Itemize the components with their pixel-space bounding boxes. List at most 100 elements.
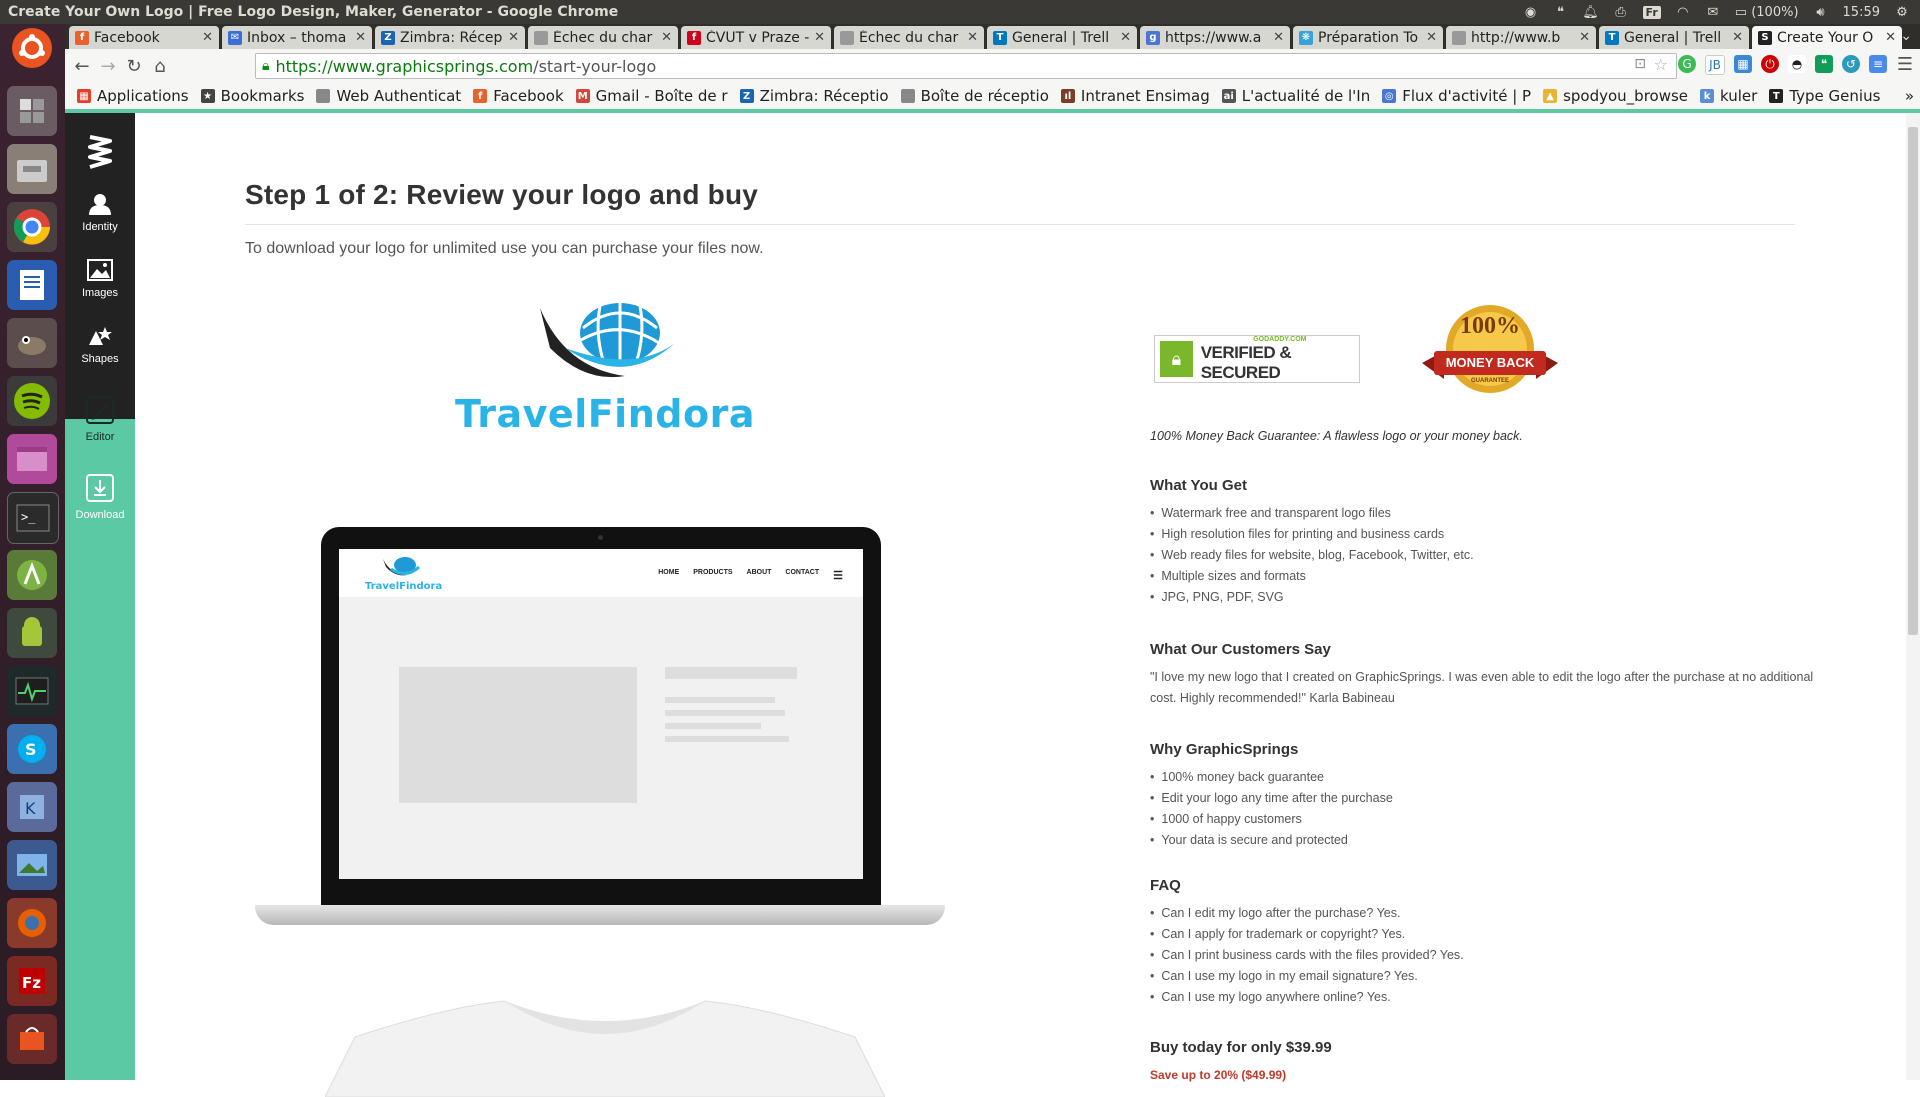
tab-close-icon[interactable]: ✕ [508, 30, 519, 45]
scrollbar-thumb[interactable] [1908, 127, 1918, 635]
bookmark-item[interactable]: ▲ spodyou_browse [1543, 87, 1688, 105]
writer-icon[interactable] [7, 260, 57, 310]
hangouts-tray-icon[interactable]: ❝ [1553, 4, 1569, 20]
sidebar-item-download[interactable]: Download [65, 473, 135, 521]
browser-tab[interactable]: Échec du char ✕ [834, 26, 984, 49]
page-info-icon[interactable]: ⊡ [1634, 56, 1646, 72]
bookmark-item[interactable]: ★ Bookmarks [200, 87, 304, 105]
bookmark-item[interactable]: Web Authenticat [316, 87, 461, 105]
browser-tab[interactable]: T General | Trell ✕ [987, 26, 1137, 49]
sidebar-item-images[interactable]: Images [65, 259, 135, 299]
terminal-icon[interactable]: >_ [7, 492, 59, 544]
system-monitor-icon[interactable] [7, 666, 57, 716]
hangouts-extension-icon[interactable]: ❝ [1815, 55, 1833, 73]
files-icon[interactable] [7, 144, 57, 194]
bookmarks-overflow-icon[interactable]: » [1905, 87, 1914, 105]
tab-favicon-icon [840, 30, 854, 45]
tab-close-icon[interactable]: ✕ [355, 30, 366, 45]
home-icon[interactable]: ⌂ [147, 56, 173, 77]
android-sdk-icon[interactable] [7, 608, 57, 658]
tab-close-icon[interactable]: ✕ [661, 30, 672, 45]
tab-close-icon[interactable]: ✕ [967, 30, 978, 45]
address-bar[interactable]: 🔒︎ https://www.graphicsprings.com/start-… [255, 53, 1677, 79]
browser-tab[interactable]: ❋ Préparation To ✕ [1293, 26, 1443, 49]
browser-tab[interactable]: ✉ Inbox – thoma ✕ [222, 26, 372, 49]
chrome-menu-icon[interactable]: ☰ [1896, 54, 1914, 75]
forward-arrow-icon[interactable]: → [95, 56, 121, 77]
jb-extension-icon[interactable]: JB [1705, 55, 1725, 75]
browser-tab[interactable]: f ČVUT v Praze - ✕ [681, 26, 831, 49]
power-gear-icon[interactable]: ⚙ [1894, 4, 1910, 20]
gimp-icon[interactable] [7, 318, 57, 368]
browser-tab[interactable]: Échec du char ✕ [528, 26, 678, 49]
bookmark-item[interactable]: ▦ Applications [77, 87, 189, 105]
browser-tab[interactable]: g https://www.a ✕ [1140, 26, 1290, 49]
reload-icon[interactable]: ↻ [121, 56, 147, 77]
wifi-icon[interactable]: ◠ [1675, 4, 1691, 20]
tab-close-icon[interactable]: ✕ [814, 30, 825, 45]
mockup-text-line [665, 736, 789, 742]
mail-icon[interactable]: ✉ [1705, 4, 1721, 20]
browser-tab[interactable]: T General | Trell ✕ [1599, 26, 1749, 49]
calendar-extension-icon[interactable]: ▦ [1734, 55, 1752, 73]
filezilla-icon[interactable]: Fz [7, 956, 57, 1006]
app-window-icon[interactable] [7, 434, 57, 484]
firefox-icon[interactable] [7, 898, 57, 948]
chrome-tray-icon[interactable]: ◉ [1523, 4, 1539, 20]
money-back-percent: 100% [1460, 313, 1520, 339]
bookmark-item[interactable]: ıl Intranet Ensimag [1060, 87, 1210, 105]
tab-close-icon[interactable]: ✕ [1120, 30, 1131, 45]
browser-tab[interactable]: S Create Your O ✕ [1752, 26, 1902, 49]
bookmark-item[interactable]: T Type Genius [1769, 87, 1880, 105]
tab-overflow-chevron-icon[interactable]: ⌄ [1900, 28, 1912, 44]
volume-icon[interactable]: 🔊︎ [1813, 4, 1829, 20]
grammarly-extension-icon[interactable]: G [1678, 55, 1696, 73]
sidebar-item-identity[interactable]: Identity [65, 193, 135, 233]
browser-tab[interactable]: http://www.b ✕ [1446, 26, 1596, 49]
tab-close-icon[interactable]: ✕ [1885, 30, 1896, 45]
sidebar-item-editor[interactable]: Editor [65, 395, 135, 443]
bookmark-item[interactable]: ai L'actualité de l'In [1221, 87, 1370, 105]
bookmark-star-icon[interactable]: ☆ [1654, 55, 1668, 74]
workspace-switcher-icon[interactable] [7, 86, 57, 136]
docs-extension-icon[interactable]: ≡ [1869, 55, 1887, 73]
skype-icon[interactable]: S [7, 724, 57, 774]
tab-close-icon[interactable]: ✕ [1732, 30, 1743, 45]
bookmark-item[interactable]: f Facebook [473, 87, 564, 105]
graphicsprings-logo-icon[interactable] [87, 131, 113, 175]
back-arrow-icon[interactable]: ← [69, 56, 95, 77]
keyboard-layout-indicator[interactable]: Fr [1642, 5, 1661, 19]
ubuntu-dash-icon[interactable] [12, 28, 52, 68]
sidebar-item-shapes[interactable]: Shapes [65, 325, 135, 365]
list-item: Multiple sizes and formats [1150, 566, 1474, 587]
battery-indicator[interactable]: ▭ (100%) [1735, 5, 1799, 20]
bookmark-item[interactable]: ◎ Flux d'activité | P [1382, 87, 1531, 105]
browser-tab[interactable]: f Facebook ✕ [69, 26, 219, 49]
tab-favicon-icon: Z [381, 30, 395, 45]
bookmark-item[interactable]: M Gmail - Boîte de r [575, 87, 728, 105]
tab-close-icon[interactable]: ✕ [1273, 30, 1284, 45]
tab-close-icon[interactable]: ✕ [202, 30, 213, 45]
notification-bell-icon[interactable]: 🔔︎ [1582, 4, 1599, 20]
refresh-extension-icon[interactable]: ↺ [1842, 55, 1860, 73]
chrome-launcher-icon[interactable] [7, 202, 57, 252]
tab-close-icon[interactable]: ✕ [1426, 30, 1437, 45]
bookmark-item[interactable]: k kuler [1700, 87, 1757, 105]
bookmark-item[interactable]: Boîte de réceptio [900, 87, 1049, 105]
spotify-icon[interactable] [7, 376, 57, 426]
incognito-extension-icon[interactable]: ◓ [1788, 55, 1806, 73]
app-k-icon[interactable]: K [7, 782, 57, 832]
printer-icon[interactable]: ⎙ [1613, 4, 1629, 20]
svg-text:S: S [25, 740, 37, 759]
mockup-menu: HOME PRODUCTS ABOUT CONTACT ☰ [658, 569, 843, 582]
stop-extension-icon[interactable]: ⏻ [1761, 55, 1779, 73]
faq-heading: FAQ [1150, 877, 1181, 894]
browser-tab[interactable]: Z Zimbra: Récep ✕ [375, 26, 525, 49]
android-studio-icon[interactable] [7, 550, 57, 600]
bookmark-item[interactable]: Z Zimbra: Réceptio [739, 87, 889, 105]
app-store-icon[interactable] [7, 1014, 57, 1064]
clock[interactable]: 15:59 [1843, 5, 1880, 20]
tab-close-icon[interactable]: ✕ [1579, 30, 1590, 45]
page-scrollbar[interactable] [1906, 113, 1920, 1080]
screenshot-app-icon[interactable] [7, 840, 57, 890]
